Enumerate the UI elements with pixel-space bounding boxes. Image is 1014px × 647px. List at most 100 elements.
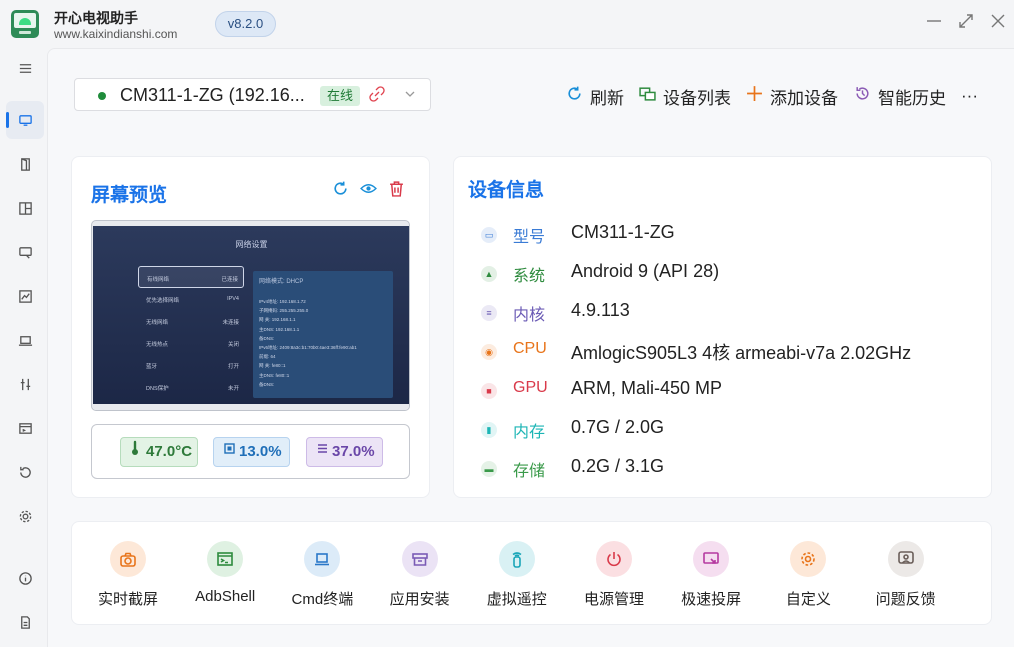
tv-menu-item: 无线网络 未连接 [138,310,244,332]
history-label: 智能历史 [878,88,946,108]
tv-panel-row: 子网掩码: 255.255.255.0 [259,308,309,314]
tv-panel-row: 备DNS: [259,381,275,387]
info-key: GPU [513,379,548,396]
link-icon[interactable] [369,86,385,106]
info-key: CPU [513,340,547,357]
maximize-button[interactable] [955,12,977,34]
tv-panel-row: IPv4地址: 192.168.1.72 [259,299,306,304]
minimize-button[interactable] [923,12,945,34]
tv-menu-item: DNS保护 未开 [138,376,244,398]
info-key: 存储 [513,463,546,480]
close-button[interactable] [987,12,1009,34]
menu-toggle-button[interactable] [6,49,44,87]
memory-icon [316,438,329,466]
info-row: ◉ CPU AmlogicS905L3 4核 armeabi-v7a 2.02GHz [480,339,980,365]
more-button[interactable]: ··· [961,84,978,108]
cpu-icon: ◉ [481,344,497,360]
add-device-button[interactable]: 添加设备 [746,84,838,108]
tv-panel-row: 备DNS: [259,335,275,341]
tool-power-button[interactable]: 电源管理 [569,539,659,609]
device-list-label: 设备列表 [663,88,731,108]
box-icon [401,541,438,577]
tool-label: 极速投屏 [681,591,742,608]
preview-refresh-button[interactable] [332,180,349,202]
tool-label: 电源管理 [583,591,644,608]
sidebar-item-monitor[interactable] [6,277,44,315]
tv-menu-value: IPV4 [227,296,239,302]
tv-panel-row: 网 关: fe80::1 [259,363,286,369]
sidebar-item-layout[interactable] [6,189,44,227]
document-icon [20,615,30,629]
sidebar-item-apps[interactable] [6,145,44,183]
tv-menu-value: 未连接 [222,320,239,326]
tool-label: Cmd终端 [291,591,354,608]
history-button[interactable]: 智能历史 [854,84,946,108]
sidebar-item-about[interactable] [6,559,44,597]
laptop-icon [304,541,341,577]
preview-view-button[interactable] [360,180,377,202]
stats-box: 47.0°C 13.0% 37.0% [91,424,410,479]
info-value[interactable]: ARM, Mali-450 MP [571,378,722,399]
tool-camera-button[interactable]: 实时截屏 [83,539,173,609]
preview-delete-button[interactable] [388,180,405,202]
tv-panel-head: 网络模式: DHCP [259,279,304,285]
info-row: ≡ 内核 4.9.113 [480,300,980,324]
remote-icon [498,541,535,577]
sidebar-item-device[interactable] [6,101,44,139]
refresh-button[interactable]: 刷新 [566,84,624,108]
info-icon [18,571,32,585]
tv-menu-key: 蓝牙 [146,364,158,370]
info-value[interactable]: AmlogicS905L3 4核 armeabi-v7a 2.02GHz [571,339,911,365]
history-icon [854,85,871,107]
sidebar-item-docs[interactable] [6,603,44,641]
device-selector[interactable]: CM311-1-ZG (192.16... 在线 [74,78,431,111]
menu-icon [19,63,31,73]
tool-box-button[interactable]: 应用安装 [375,539,465,609]
info-row: ▲ 系统 Android 9 (API 28) [480,261,980,285]
close-icon [991,14,1005,28]
tv-panel-row: 网 关: 192.168.1.1 [259,317,296,323]
sidebar [0,48,46,647]
add-device-label: 添加设备 [770,88,838,108]
device-list-button[interactable]: 设备列表 [639,84,731,108]
app-url: www.kaixindianshi.com [54,27,178,41]
info-value[interactable]: 0.7G / 2.0G [571,417,664,438]
tool-laptop-button[interactable]: Cmd终端 [277,539,367,609]
tv-screenshot[interactable]: 网络设置 有线网络 已连接 优先选择网络 IPV4 无线网络 未连接 无线热点 关闭 蓝牙 打开 D… [91,220,410,411]
tool-cast-button[interactable]: 极速投屏 [666,539,756,609]
sidebar-item-tools[interactable] [6,365,44,403]
version-badge[interactable]: v8.2.0 [215,11,276,37]
minimize-icon [927,20,941,22]
app-name: 开心电视助手 [54,10,138,26]
info-key: 内核 [513,307,546,324]
sidebar-item-settings[interactable] [6,497,44,535]
storage-icon: ▬ [481,461,497,477]
tool-label: 自定义 [785,591,831,608]
door-icon [20,157,30,171]
info-value[interactable]: Android 9 (API 28) [571,261,719,282]
sidebar-item-console[interactable] [6,409,44,447]
history-icon [19,466,31,478]
tv-panel-row: 前缀: 64 [259,354,276,360]
tool-remote-button[interactable]: 虚拟遥控 [472,539,562,609]
temperature-badge: 47.0°C [120,437,198,467]
tv-panel-row: 主DNS: fe80::1 [259,372,290,378]
tool-feedback-button[interactable]: 问题反馈 [861,539,951,609]
tv-menu-value: 未开 [227,386,239,392]
tv-panel: 网络模式: DHCP IPv4地址: 192.168.1.72 子网掩码: 255… [253,271,393,398]
info-value[interactable]: CM311-1-ZG [571,222,675,243]
tool-terminal-button[interactable]: AdbShell [180,539,270,609]
more-icon: ··· [961,86,978,105]
title-bar: 开心电视助手 www.kaixindianshi.com v8.2.0 [0,0,1014,48]
sidebar-item-history[interactable] [6,453,44,491]
info-value[interactable]: 4.9.113 [571,300,630,321]
device-info-title: 设备信息 [468,180,545,201]
preview-title: 屏幕预览 [91,185,168,206]
info-value[interactable]: 0.2G / 3.1G [571,456,664,477]
sidebar-item-cast[interactable] [6,233,44,271]
sidebar-item-terminal[interactable] [6,321,44,359]
tool-gear-button[interactable]: 自定义 [763,539,853,609]
tool-label: AdbShell [195,588,256,605]
plus-icon [746,85,763,107]
refresh-icon [566,85,583,107]
